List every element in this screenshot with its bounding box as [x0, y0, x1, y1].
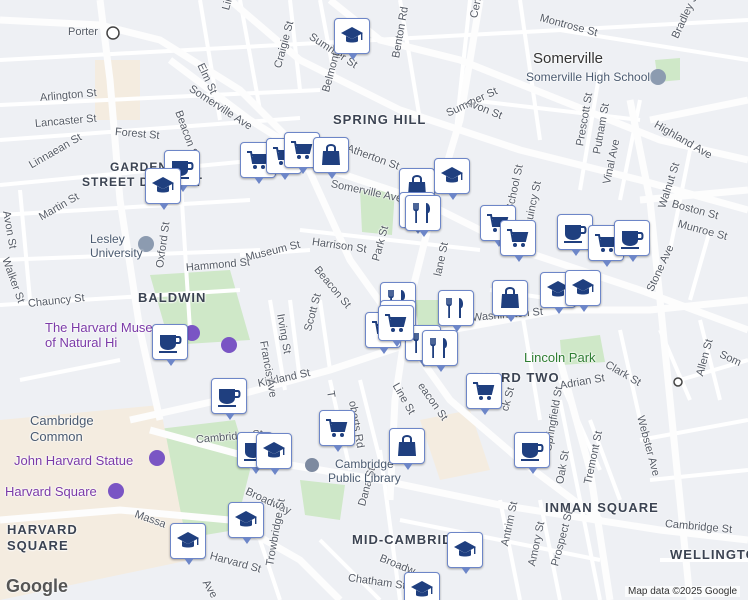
map-canvas[interactable]: SPRING HILL BALDWIN WARD TWO INMAN SQUAR…	[0, 0, 748, 600]
cup-icon	[159, 335, 182, 353]
marker-school[interactable]	[145, 168, 181, 210]
cart-icon	[385, 314, 407, 332]
marker-cart[interactable]	[500, 220, 536, 262]
marker-cart[interactable]	[466, 373, 502, 415]
marker-bag[interactable]	[313, 137, 349, 179]
marker-restaurant[interactable]	[405, 195, 441, 237]
school-icon	[263, 442, 285, 458]
marker-school[interactable]	[565, 270, 601, 312]
marker-cart[interactable]	[319, 410, 355, 452]
marker-school[interactable]	[434, 158, 470, 200]
cart-icon	[473, 382, 495, 400]
marker-bag[interactable]	[492, 280, 528, 322]
school-icon	[572, 279, 594, 295]
school-icon	[235, 511, 257, 527]
restaurant-icon	[446, 298, 464, 318]
marker-cup[interactable]	[152, 324, 188, 366]
cart-icon	[326, 419, 348, 437]
marker-bag[interactable]	[389, 428, 425, 470]
bag-icon	[501, 287, 519, 308]
cup-icon	[218, 389, 241, 407]
school-icon	[177, 532, 199, 548]
cup-icon	[621, 231, 644, 249]
cart-icon	[291, 141, 313, 159]
marker-cup[interactable]	[211, 378, 247, 420]
marker-restaurant[interactable]	[422, 330, 458, 372]
marker-restaurant[interactable]	[438, 290, 474, 332]
marker-cup[interactable]	[614, 220, 650, 262]
school-icon	[454, 541, 476, 557]
bag-icon	[398, 435, 416, 456]
school-icon	[441, 167, 463, 183]
marker-school[interactable]	[404, 572, 440, 600]
school-icon	[341, 27, 363, 43]
restaurant-icon	[413, 203, 431, 223]
marker-cup[interactable]	[514, 432, 550, 474]
cup-icon	[564, 225, 587, 243]
marker-cart[interactable]	[378, 305, 414, 347]
marker-school[interactable]	[256, 433, 292, 475]
marker-school[interactable]	[447, 532, 483, 574]
restaurant-icon	[430, 338, 448, 358]
marker-school[interactable]	[170, 523, 206, 565]
marker-school[interactable]	[228, 502, 264, 544]
school-icon	[152, 177, 174, 193]
cup-icon	[521, 443, 544, 461]
school-icon	[411, 581, 433, 597]
map-attribution[interactable]: Map data ©2025 Google	[625, 586, 741, 597]
map-base	[0, 0, 748, 600]
bag-icon	[322, 144, 340, 165]
marker-school[interactable]	[334, 18, 370, 60]
cart-icon	[507, 229, 529, 247]
google-logo: Google	[6, 576, 68, 596]
